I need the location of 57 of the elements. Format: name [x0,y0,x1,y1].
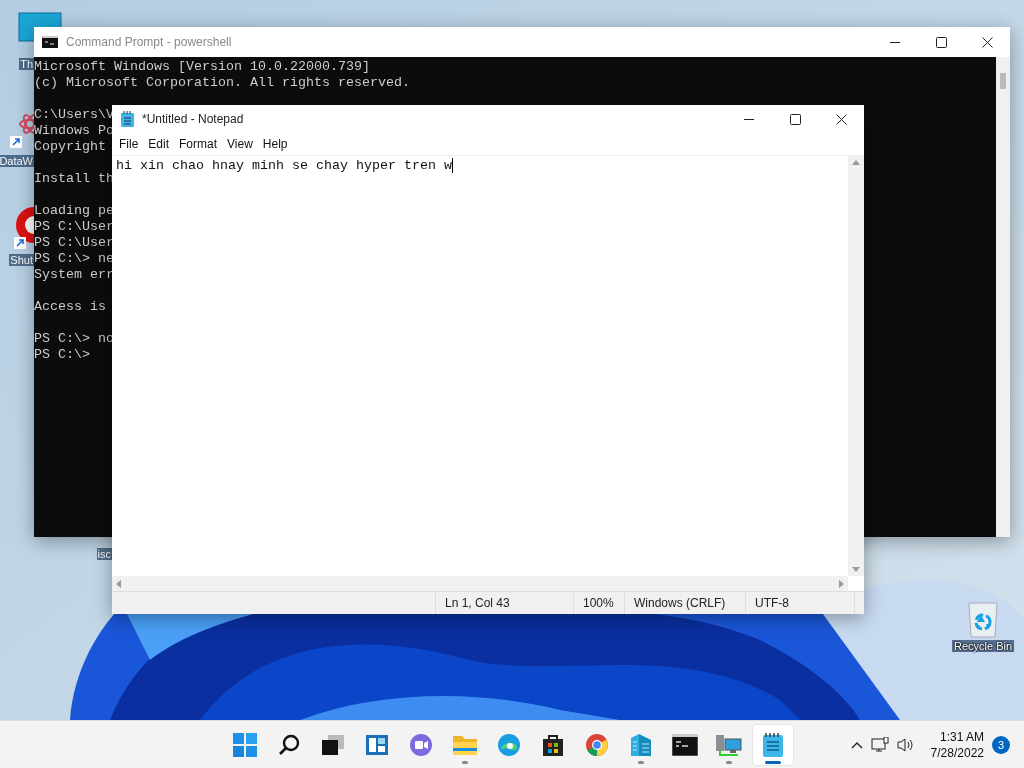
status-text: 100% [583,596,614,610]
console-line: Access is [34,299,106,315]
close-icon [835,113,847,125]
console-line: PS C:\User [34,219,114,235]
horizontal-scrollbar[interactable] [112,576,848,591]
notification-badge[interactable]: 3 [992,736,1010,754]
volume-icon[interactable] [896,737,915,753]
status-text: UTF-8 [755,596,789,610]
desktop-icon-label[interactable]: Th [19,58,34,70]
notepad-icon [762,732,784,758]
console-line: Copyright [34,139,106,155]
console-line: PS C:\> [34,347,90,363]
store-bag-icon [541,733,565,757]
desktop-icon-label[interactable]: isc [96,548,112,560]
console-line: System err [34,267,114,283]
desktop-icon-label[interactable]: Recycle Bin [952,640,1015,652]
maximize-icon [935,36,947,48]
widgets-icon [365,734,389,756]
menu-item[interactable]: View [222,137,258,151]
desktop-icon-label[interactable]: Shut [9,254,34,266]
windows-logo-icon [233,733,257,757]
console-line: C:\Users\V [34,107,114,123]
scroll-up-icon[interactable] [852,160,860,165]
chrome-browser-icon [585,733,609,757]
clock-date[interactable]: 7/28/2022 [930,745,984,761]
search-icon [278,734,300,756]
console-line: (c) Microsoft Corporation. All rights reserved. [34,75,410,91]
folder-icon [452,734,478,756]
chevron-up-icon[interactable] [850,741,863,749]
status-text: Windows (CRLF) [634,596,726,610]
maximize-icon [789,113,801,125]
menu-item[interactable]: File [114,137,144,151]
window-title: *Untitled - Notepad [142,112,245,126]
console-line: PS C:\User [34,235,114,251]
menu-item[interactable]: Format [174,137,223,151]
buildings-icon [629,732,653,758]
desktop-icon-label[interactable]: DataW [0,155,34,167]
task-view-icon [322,735,344,755]
scroll-down-icon[interactable] [852,567,860,572]
computers-icon [716,733,742,757]
notepad-icon [121,111,134,127]
scrollbar[interactable] [996,57,1010,537]
menu-item[interactable]: Help [257,137,293,151]
status-text: Ln 1, Col 43 [445,596,510,610]
vertical-scrollbar[interactable] [848,156,864,576]
text-editor-content[interactable]: hi xin chao hnay minh se chay hyper tren w [116,158,453,173]
scroll-right-icon[interactable] [839,579,844,588]
chat-camera-icon [409,733,433,757]
clock-time[interactable]: 1:31 AM [939,729,984,745]
console-line: Microsoft Windows [Version 10.0.22000.739] [34,59,370,75]
network-icon[interactable] [870,737,889,753]
console-icon [42,36,58,48]
close-icon [981,36,993,48]
menu-item[interactable]: Edit [143,137,175,151]
window-title: Command Prompt - powershell [66,35,233,49]
console-icon [672,734,698,756]
recycle-bin-icon [966,600,1001,640]
